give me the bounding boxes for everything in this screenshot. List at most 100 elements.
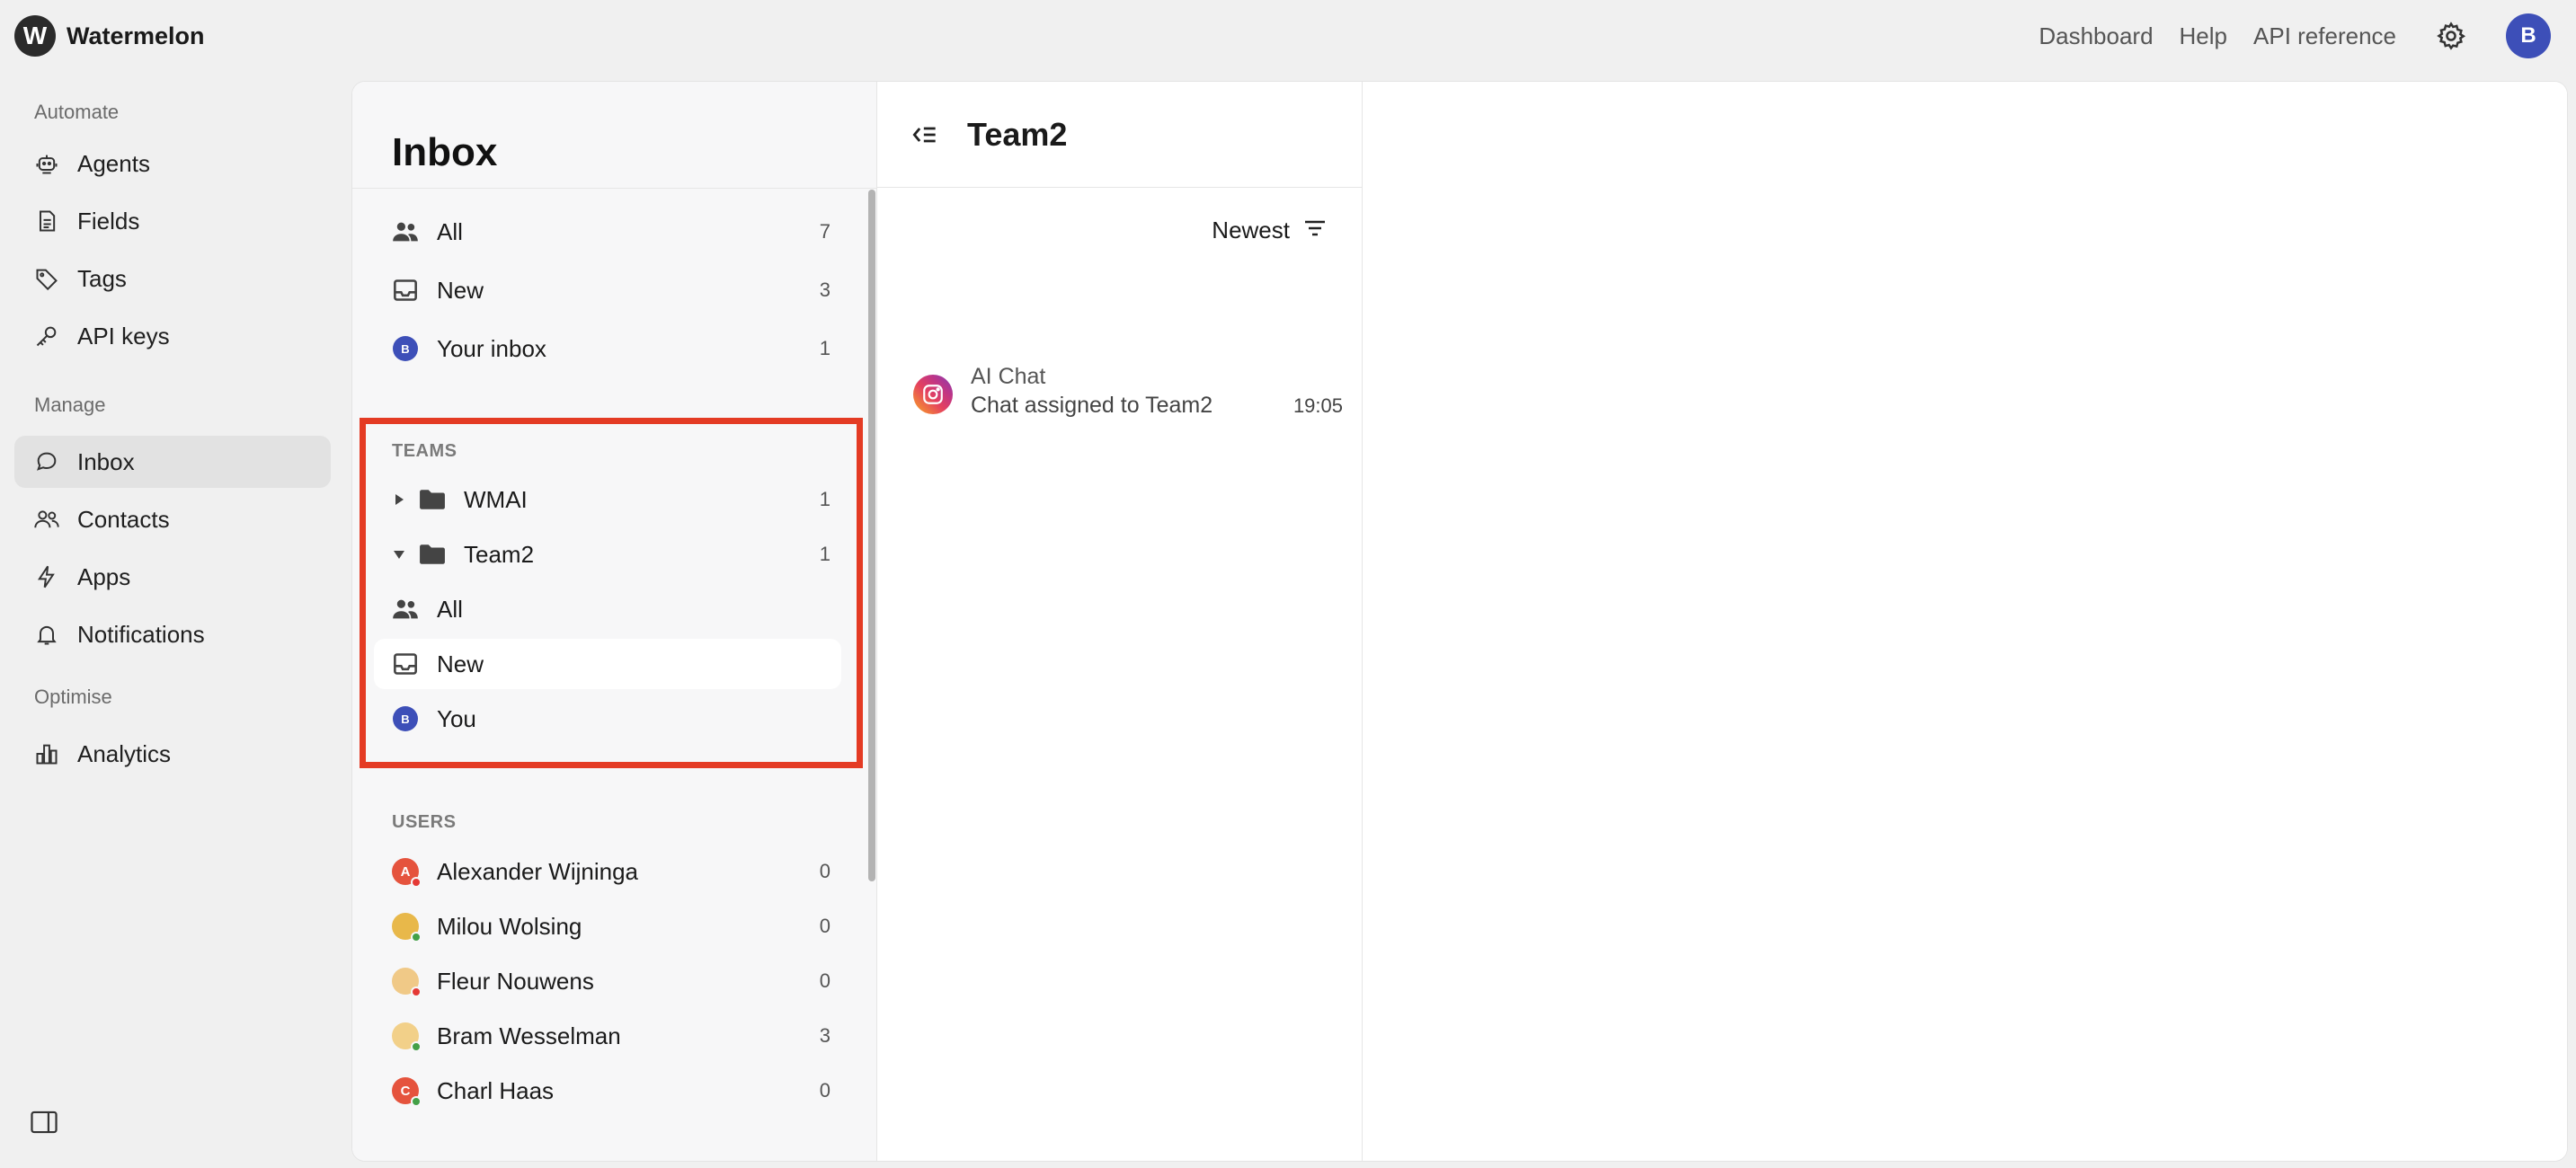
sidebar-item-agents[interactable]: Agents — [14, 137, 331, 190]
avatar: B — [393, 336, 418, 361]
api-reference-link[interactable]: API reference — [2253, 22, 2396, 50]
tray-icon — [392, 277, 419, 304]
conversation-name: AI Chat — [971, 364, 1046, 389]
section-label-optimise: Optimise — [34, 686, 112, 708]
bell-icon — [32, 620, 61, 649]
user-row[interactable]: C Charl Haas 0 — [374, 1066, 841, 1116]
team-team2[interactable]: Team2 1 — [374, 529, 841, 580]
status-dot — [411, 877, 422, 888]
team-count: 1 — [819, 543, 831, 565]
sidebar-item-tags[interactable]: Tags — [14, 252, 331, 305]
brand[interactable]: W Watermelon — [14, 14, 205, 58]
folder-icon — [419, 486, 446, 513]
help-link[interactable]: Help — [2180, 22, 2227, 50]
avatar — [392, 1022, 422, 1052]
team-count: 1 — [819, 488, 831, 510]
conversation-time: 19:05 — [1292, 394, 1343, 417]
avatar-wrapper: B — [392, 705, 419, 732]
status-dot — [411, 1041, 422, 1052]
inbox-view-new[interactable]: New 3 — [374, 265, 841, 315]
inbox-view-label: New — [437, 276, 484, 304]
sidebar-item-inbox[interactable]: Inbox — [14, 436, 331, 488]
user-row[interactable]: Fleur Nouwens 0 — [374, 956, 841, 1006]
collapse-panel-icon[interactable] — [911, 121, 938, 148]
team-label: WMAI — [464, 485, 528, 513]
instagram-icon — [913, 375, 953, 414]
key-icon — [32, 322, 61, 350]
tag-icon — [32, 264, 61, 293]
avatar: A — [392, 858, 422, 888]
avatar-wrapper: B — [392, 335, 419, 362]
conversation-list-header: Team2 — [877, 82, 1363, 188]
status-dot — [411, 932, 422, 942]
top-bar: W Watermelon Dashboard Help API referenc… — [0, 0, 2576, 72]
team2-view-new[interactable]: New — [374, 639, 841, 689]
team-wmai[interactable]: WMAI 1 — [374, 474, 841, 525]
teams-section-label: TEAMS — [392, 441, 457, 461]
caret-right-icon[interactable] — [392, 493, 406, 506]
user-avatar[interactable]: B — [2506, 13, 2551, 58]
avatar-wrapper: C — [392, 1077, 422, 1107]
sidebar-item-label: Agents — [77, 149, 150, 177]
section-label-manage: Manage — [34, 394, 106, 416]
status-dot — [411, 1096, 422, 1107]
document-icon — [32, 207, 61, 235]
dashboard-link[interactable]: Dashboard — [2039, 22, 2153, 50]
user-name: Bram Wesselman — [437, 1022, 621, 1049]
robot-icon — [32, 149, 61, 178]
scrollbar[interactable] — [868, 190, 875, 881]
conversation-detail-panel — [1364, 82, 2567, 1161]
team-label: Team2 — [464, 540, 535, 568]
gear-icon[interactable] — [2434, 19, 2468, 53]
inbox-view-all[interactable]: All 7 — [374, 207, 841, 257]
sidebar-item-analytics[interactable]: Analytics — [14, 728, 331, 780]
sidebar-toggle-icon[interactable] — [29, 1107, 59, 1137]
team-view-label: You — [437, 704, 476, 732]
sidebar: Automate Agents Fields Tags API keys Man… — [0, 72, 351, 1168]
sidebar-item-contacts[interactable]: Contacts — [14, 493, 331, 545]
avatar-wrapper — [392, 913, 422, 942]
inbox-panel: Inbox All 7 New 3 B Your inbox 1 TEAMS W… — [352, 82, 877, 1161]
top-nav: Dashboard Help API reference B — [2012, 13, 2551, 59]
user-row[interactable]: Bram Wesselman 3 — [374, 1011, 841, 1061]
main-panel: Inbox All 7 New 3 B Your inbox 1 TEAMS W… — [352, 82, 2567, 1161]
tray-icon — [392, 650, 419, 677]
user-count: 0 — [819, 969, 831, 992]
conversation-item[interactable]: AI Chat Chat assigned to Team2 19:05 — [893, 360, 1343, 432]
sidebar-item-notifications[interactable]: Notifications — [14, 608, 331, 660]
inbox-view-your-inbox[interactable]: B Your inbox 1 — [374, 323, 841, 374]
sidebar-item-apps[interactable]: Apps — [14, 551, 331, 603]
brand-logo: W — [14, 15, 56, 57]
avatar-wrapper — [392, 1022, 422, 1052]
user-row[interactable]: Milou Wolsing 0 — [374, 901, 841, 951]
users-section-label: USERS — [392, 812, 457, 832]
sidebar-item-label: Inbox — [77, 447, 135, 475]
user-count: 0 — [819, 1079, 831, 1102]
divider — [352, 188, 877, 189]
user-name: Charl Haas — [437, 1076, 555, 1104]
inbox-view-count: 3 — [819, 279, 831, 301]
team-view-label: New — [437, 650, 484, 677]
caret-down-icon[interactable] — [392, 549, 406, 560]
avatar-wrapper: A — [392, 858, 422, 888]
user-count: 0 — [819, 860, 831, 882]
status-dot — [411, 987, 422, 997]
user-name: Milou Wolsing — [437, 912, 582, 940]
user-row[interactable]: A Alexander Wijninga 0 — [374, 846, 841, 897]
users-icon — [392, 218, 419, 245]
user-count: 0 — [819, 915, 831, 937]
sort-button[interactable]: Newest — [1212, 217, 1326, 244]
sidebar-item-label: Contacts — [77, 505, 170, 533]
avatar — [392, 913, 422, 942]
inbox-view-label: All — [437, 217, 463, 245]
sidebar-item-api-keys[interactable]: API keys — [14, 310, 331, 362]
team-view-label: All — [437, 595, 463, 623]
avatar — [392, 968, 422, 997]
team2-view-you[interactable]: B You — [374, 694, 841, 744]
sidebar-item-label: Analytics — [77, 739, 172, 767]
sidebar-item-fields[interactable]: Fields — [14, 195, 331, 247]
team2-view-all[interactable]: All — [374, 584, 841, 634]
users-icon — [32, 505, 61, 534]
page-title: Inbox — [392, 130, 498, 174]
filter-lines-icon — [1304, 219, 1326, 242]
